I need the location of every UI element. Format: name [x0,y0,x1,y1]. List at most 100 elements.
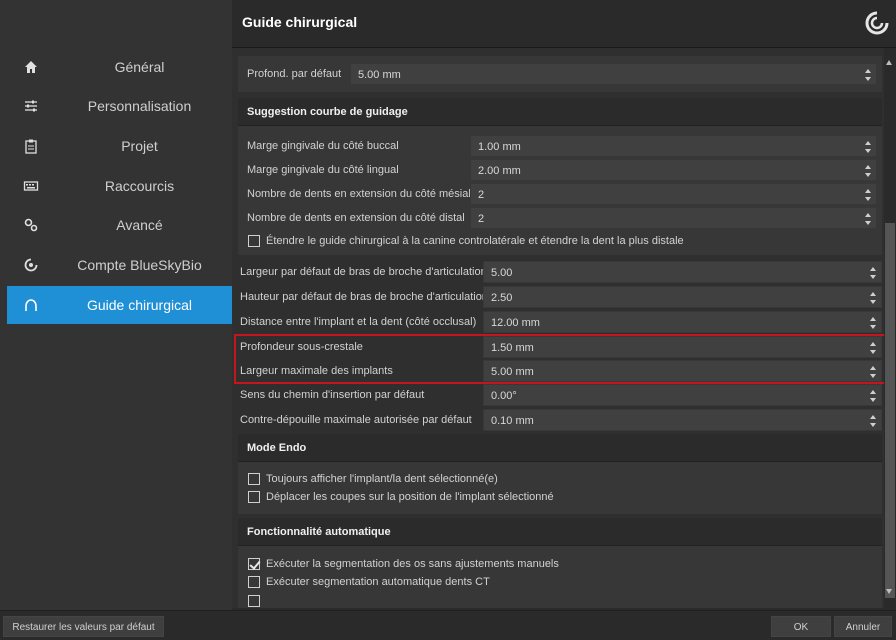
implant-distance-field[interactable]: 12.00 mm [483,311,882,333]
default-depth-field[interactable]: 5.00 mm [350,63,877,85]
implant-distance-row: Distance entre l'implant et la dent (côt… [240,311,882,333]
max-implant-width-row: Largeur maximale des implants 5.00 mm [240,360,882,382]
bone-segmentation-label: Exécuter la segmentation des os sans aju… [266,558,559,570]
sidebar-item-guide-chirurgical[interactable]: Guide chirurgical [7,286,232,324]
checkbox-box[interactable] [248,576,260,588]
sidebar-item-compte-blueskybio[interactable]: Compte BlueSkyBio [7,246,232,284]
spinner-arrows-icon[interactable] [864,188,871,202]
pin-height-value: 2.50 [491,292,513,304]
pin-width-field[interactable]: 5.00 [483,261,882,283]
curve-suggestion-group: Suggestion courbe de guidage Marge gingi… [238,98,882,255]
checkbox-box[interactable] [248,491,260,503]
sidebar-item-label: Raccourcis [104,178,175,194]
sidebar: Général Personnalisation Projet Raccourc… [0,0,232,610]
default-depth-row: Profond. par défaut 5.00 mm [247,63,877,85]
clipboard-icon [20,135,42,157]
pin-width-label: Largeur par défaut de bras de broche d'a… [240,266,487,278]
max-implant-width-label: Largeur maximale des implants [240,365,393,377]
teeth-segmentation-label: Exécuter segmentation automatique dents … [266,576,490,588]
distal-extension-value: 2 [478,213,485,225]
lingual-margin-label: Marge gingivale du côté lingual [247,164,399,176]
scroll-down-arrow-icon[interactable] [886,589,892,594]
sidebar-item-label: Général [114,59,165,75]
spinner-arrows-icon[interactable] [869,266,876,280]
insertion-path-label: Sens du chemin d'insertion par défaut [240,389,425,401]
pin-width-row: Largeur par défaut de bras de broche d'a… [240,261,882,283]
checkbox-box[interactable] [248,473,260,485]
spinner-arrows-icon[interactable] [869,316,876,330]
pin-height-field[interactable]: 2.50 [483,286,882,308]
settings-panel: Profond. par défaut 5.00 mm Suggestion c… [232,48,884,608]
distal-extension-label: Nombre de dents en extension du côté dis… [247,212,465,224]
endo-mode-group: Mode Endo Toujours afficher l'implant/la… [238,434,882,514]
bone-segmentation-checkbox[interactable]: Exécuter la segmentation des os sans aju… [248,555,559,573]
sidebar-item-label: Guide chirurgical [86,297,193,313]
sidebar-item-label: Compte BlueSkyBio [77,257,202,273]
distal-extension-field[interactable]: 2 [470,207,877,229]
checkbox-box[interactable] [248,595,260,607]
lingual-margin-row: Marge gingivale du côté lingual 2.00 mm [247,159,877,181]
vertical-scrollbar[interactable] [884,48,896,608]
footer: Restaurer les valeurs par défaut OK Annu… [0,610,896,640]
pin-width-value: 5.00 [491,267,513,279]
group-title: Fonctionnalité automatique [247,526,391,538]
page-title: Guide chirurgical [242,14,358,30]
sidebar-item-personnalisation[interactable]: Personnalisation [7,87,232,125]
subcrestal-depth-field[interactable]: 1.50 mm [483,336,882,358]
buccal-margin-row: Marge gingivale du côté buccal 1.00 mm [247,135,877,157]
lingual-margin-field[interactable]: 2.00 mm [470,159,877,181]
mesial-extension-field[interactable]: 2 [470,183,877,205]
undercut-label: Contre-dépouille maximale autorisée par … [240,414,472,426]
page-header: Guide chirurgical [232,0,896,48]
max-implant-width-value: 5.00 mm [491,366,534,378]
default-depth-label: Profond. par défaut [247,68,342,80]
buccal-margin-label: Marge gingivale du côté buccal [247,140,399,152]
keyboard-icon [20,175,42,197]
group-header: Suggestion courbe de guidage [238,98,882,126]
mesial-extension-label: Nombre de dents en extension du côté més… [247,188,471,200]
spinner-arrows-icon[interactable] [864,212,871,226]
ok-button[interactable]: OK [771,616,831,637]
spinner-arrows-icon[interactable] [869,365,876,379]
spinner-arrows-icon[interactable] [869,414,876,428]
group-header: Mode Endo [238,434,882,462]
move-slices-label: Déplacer les coupes sur la position de l… [266,491,554,503]
home-icon [20,56,42,78]
spinner-arrows-icon[interactable] [864,140,871,154]
spinner-arrows-icon[interactable] [869,389,876,403]
sliders-icon [20,95,42,117]
move-slices-checkbox[interactable]: Déplacer les coupes sur la position de l… [248,488,554,506]
spinner-arrows-icon[interactable] [869,341,876,355]
blueskybio-logo-icon [865,11,889,35]
buccal-margin-field[interactable]: 1.00 mm [470,135,877,157]
sidebar-item-general[interactable]: Général [7,48,232,86]
checkbox-box-checked[interactable] [248,558,260,570]
group-title: Suggestion courbe de guidage [247,106,408,118]
cancel-button[interactable]: Annuler [834,616,892,637]
partial-checkbox[interactable] [248,592,266,608]
spinner-arrows-icon[interactable] [864,68,871,82]
distal-extension-row: Nombre de dents en extension du côté dis… [247,207,877,229]
max-implant-width-field[interactable]: 5.00 mm [483,360,882,382]
restore-defaults-button[interactable]: Restaurer les valeurs par défaut [3,616,164,637]
checkbox-box[interactable] [248,235,260,247]
scrollbar-thumb[interactable] [885,223,895,598]
teeth-segmentation-checkbox[interactable]: Exécuter segmentation automatique dents … [248,573,490,591]
implant-distance-label: Distance entre l'implant et la dent (côt… [240,316,477,328]
spinner-arrows-icon[interactable] [869,291,876,305]
pin-height-label: Hauteur par défaut de bras de broche d'a… [240,291,488,303]
implant-distance-value: 12.00 mm [491,317,540,329]
insertion-path-field[interactable]: 0.00° [483,384,882,406]
undercut-field[interactable]: 0.10 mm [483,409,882,431]
show-selected-checkbox[interactable]: Toujours afficher l'implant/la dent séle… [248,470,498,488]
spinner-arrows-icon[interactable] [864,164,871,178]
extend-guide-checkbox[interactable]: Étendre le guide chirurgical à la canine… [248,232,684,250]
sidebar-item-label: Personnalisation [87,98,192,114]
group-header: Fonctionnalité automatique [238,518,882,546]
sidebar-item-avance[interactable]: Avancé [7,206,232,244]
gears-icon [20,214,42,236]
scroll-up-arrow-icon[interactable] [886,60,892,65]
sidebar-item-raccourcis[interactable]: Raccourcis [7,167,232,205]
sidebar-item-projet[interactable]: Projet [7,127,232,165]
undercut-value: 0.10 mm [491,415,534,427]
